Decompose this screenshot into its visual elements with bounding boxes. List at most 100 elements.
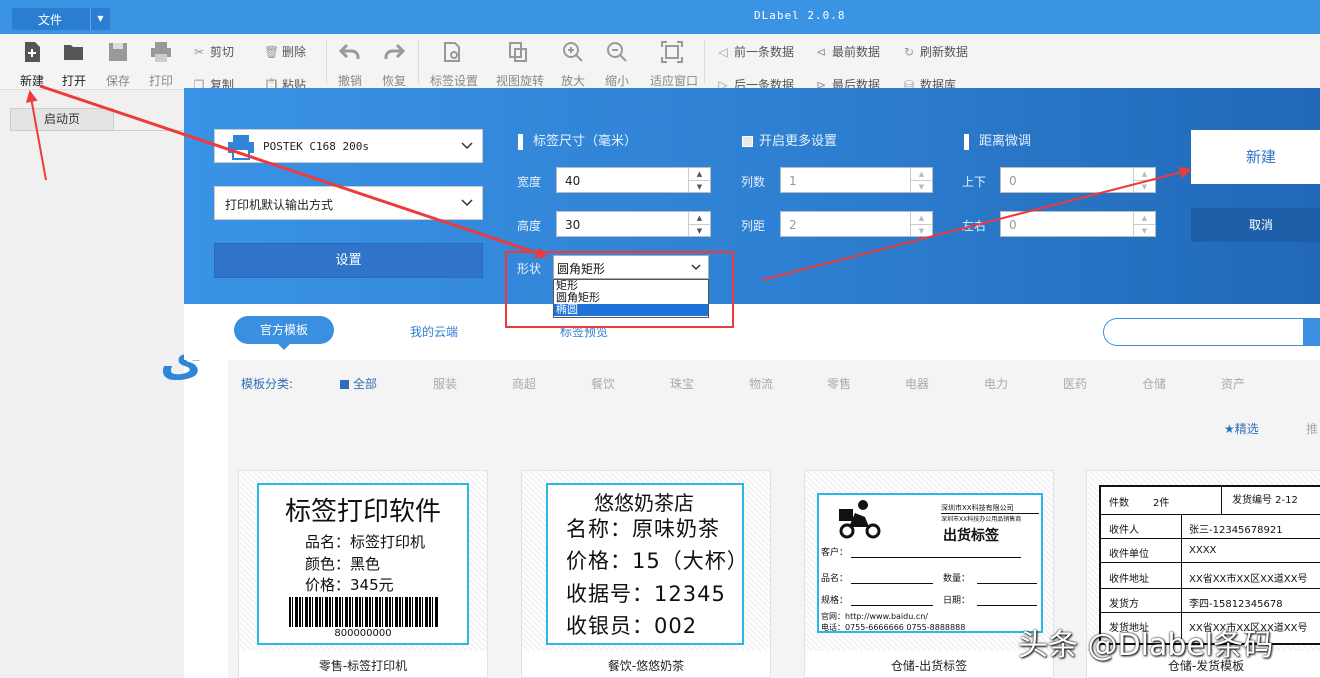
undo-button[interactable]: 撤销 — [330, 40, 370, 89]
width-stepper[interactable]: ▲ ▼ — [688, 168, 710, 192]
fit-window-button[interactable]: 适应窗口 — [650, 40, 699, 89]
save-button[interactable]: 保存 — [98, 40, 138, 89]
category-item[interactable]: 仓储 — [1142, 375, 1166, 392]
chevron-down-icon[interactable]: ▼ — [911, 224, 932, 236]
leftright-stepper[interactable]: ▲ ▼ — [1133, 212, 1155, 236]
preview-line: 日期： — [943, 596, 971, 606]
updown-input[interactable]: 0 ▲ ▼ — [1000, 167, 1156, 193]
fit-window-label: 适应窗口 — [650, 74, 699, 88]
tab-official-templates[interactable]: 官方模板 — [234, 316, 334, 344]
dialog-new-button[interactable]: 新建 — [1191, 130, 1320, 184]
chevron-down-icon[interactable]: ▼ — [689, 180, 710, 192]
category-all[interactable]: 全部 — [340, 375, 377, 392]
preview-row: 件数 2件 发货编号 2-12 — [1101, 487, 1320, 515]
label-preview: 标签打印软件 品名：标签打印机 颜色：黑色 价格：345元 800000000 — [257, 483, 469, 645]
new-button[interactable]: 新建 — [12, 40, 52, 89]
height-input[interactable]: 30 ▲ ▼ — [556, 211, 711, 237]
delete-button[interactable]: 🗑 删除 — [264, 43, 306, 60]
chevron-down-icon[interactable]: ▼ — [1134, 180, 1155, 192]
cut-button[interactable]: ✂ 剪切 — [192, 43, 234, 60]
chevron-up-icon[interactable]: ▲ — [1134, 212, 1155, 224]
chevron-up-icon[interactable]: ▲ — [911, 168, 932, 180]
card-caption: 餐饮-悠悠奶茶 — [607, 659, 685, 673]
chevron-down-icon[interactable]: ▼ — [1134, 224, 1155, 236]
width-label: 宽度 — [517, 175, 542, 189]
tab-start-page[interactable]: 启动页 — [10, 108, 114, 130]
category-item[interactable]: 物流 — [749, 375, 773, 392]
preview-title: 出货标签 — [943, 528, 999, 544]
tab-pointer — [278, 344, 290, 350]
preview-phone: 电话：0755-6666666 0755-8888888 — [821, 623, 966, 632]
search-button[interactable] — [1303, 318, 1320, 346]
leftright-input[interactable]: 0 ▲ ▼ — [1000, 211, 1156, 237]
save-icon — [109, 43, 127, 61]
row-key: 发货方 — [1109, 599, 1139, 610]
more-settings-title: 开启更多设置 — [759, 134, 838, 149]
template-card[interactable]: 悠悠奶茶店 名称：原味奶茶 价格：15（大杯） 收据号：12345 收银员：00… — [521, 470, 771, 678]
height-stepper[interactable]: ▲ ▼ — [688, 212, 710, 236]
output-mode-value: 打印机默认输出方式 — [225, 198, 334, 212]
category-item[interactable]: 资产 — [1221, 375, 1245, 392]
preview-line: 名称：原味奶茶 — [566, 517, 720, 541]
card-caption: 零售-标签打印机 — [318, 659, 408, 673]
tab-my-cloud[interactable]: 我的云端 — [410, 323, 458, 340]
updown-stepper[interactable]: ▲ ▼ — [1133, 168, 1155, 192]
chevron-up-icon[interactable]: ▲ — [689, 212, 710, 224]
featured-filter[interactable]: ★精选 — [1224, 420, 1259, 437]
prev-record-button[interactable]: ◁ 前一条数据 — [716, 43, 794, 60]
width-input[interactable]: 40 ▲ ▼ — [556, 167, 711, 193]
printer-select[interactable]: POSTEK C168 200s — [214, 129, 483, 163]
chevron-up-icon[interactable]: ▲ — [1134, 168, 1155, 180]
view-rotate-button[interactable]: 视图旋转 — [496, 40, 545, 89]
chevron-up-icon[interactable]: ▲ — [911, 212, 932, 224]
preview-title: 悠悠奶茶店 — [594, 491, 694, 515]
recommend-filter[interactable]: 推 — [1306, 420, 1318, 437]
template-search-input[interactable] — [1103, 318, 1320, 346]
refresh-icon: ↻ — [903, 45, 915, 59]
settings-button[interactable]: 设置 — [214, 243, 483, 278]
columns-input[interactable]: 1 ▲ ▼ — [780, 167, 933, 193]
category-label: 模板分类: — [241, 377, 294, 391]
category-item[interactable]: 服装 — [433, 375, 457, 392]
chevron-up-icon[interactable]: ▲ — [689, 168, 710, 180]
zoom-in-button[interactable]: 放大 — [553, 40, 593, 89]
label-settings-button[interactable]: 标签设置 — [430, 40, 478, 89]
category-item[interactable]: 餐饮 — [591, 375, 615, 392]
template-card[interactable]: 标签打印软件 品名：标签打印机 颜色：黑色 价格：345元 800000000 … — [238, 470, 488, 678]
template-card[interactable]: 深圳市XX科技有限公司 深圳市XX科技办公用品销售商 出货标签 客户： 品名： … — [804, 470, 1054, 678]
zoom-out-button[interactable]: 缩小 — [597, 40, 637, 89]
category-item[interactable]: 零售 — [827, 375, 851, 392]
first-record-button[interactable]: ⊲ 最前数据 — [814, 43, 880, 60]
columns-stepper[interactable]: ▲ ▼ — [910, 168, 932, 192]
category-item[interactable]: 商超 — [512, 375, 536, 392]
more-settings-checkbox[interactable] — [742, 136, 753, 147]
category-item[interactable]: 电力 — [984, 375, 1008, 392]
underline — [977, 605, 1037, 606]
col-gap-stepper[interactable]: ▲ ▼ — [910, 212, 932, 236]
new-button-label: 新建 — [19, 74, 44, 88]
redo-icon — [384, 43, 406, 59]
preview-line: 价格：345元 — [305, 576, 394, 594]
left-pane — [0, 90, 184, 678]
view-rotate-label: 视图旋转 — [496, 74, 545, 88]
more-settings-section[interactable]: 开启更多设置 — [742, 130, 837, 149]
open-button[interactable]: 打开 — [54, 40, 94, 89]
category-item[interactable]: 珠宝 — [670, 375, 694, 392]
chevron-down-icon[interactable]: ▼ — [911, 180, 932, 192]
zoom-out-label: 缩小 — [604, 74, 629, 88]
annotation-highlight-box — [505, 251, 734, 328]
refresh-data-button[interactable]: ↻ 刷新数据 — [902, 43, 968, 60]
row-key: 收件单位 — [1109, 549, 1149, 560]
output-mode-select[interactable]: 打印机默认输出方式 — [214, 186, 483, 220]
file-menu-button[interactable]: 文件 ▼ — [12, 8, 110, 30]
first-record-label: 最前数据 — [832, 45, 881, 59]
col-gap-input[interactable]: 2 ▲ ▼ — [780, 211, 933, 237]
dialog-cancel-button[interactable]: 取消 — [1191, 208, 1320, 242]
category-item[interactable]: 电器 — [905, 375, 929, 392]
redo-button[interactable]: 恢复 — [374, 40, 414, 89]
chevron-down-icon[interactable]: ▼ — [90, 8, 110, 30]
chevron-down-icon[interactable]: ▼ — [689, 224, 710, 236]
toolbar-divider — [704, 40, 705, 84]
print-button[interactable]: 打印 — [141, 40, 181, 89]
category-item[interactable]: 医药 — [1063, 375, 1087, 392]
